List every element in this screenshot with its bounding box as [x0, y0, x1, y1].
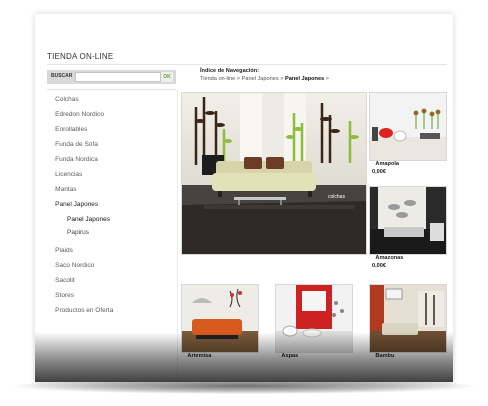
product-name-aspas[interactable]: · Aspas	[278, 353, 298, 359]
sidebar-item-edredon-nordico[interactable]: ·Edredon Nordico	[53, 111, 104, 118]
artemisa-room-image	[182, 285, 258, 352]
sidebar-item-saco-nordico[interactable]: ·Saco Nordico	[53, 262, 94, 269]
product-image-aspas[interactable]	[275, 284, 353, 353]
product-image-bambu[interactable]	[369, 284, 447, 353]
product-name-amazonas[interactable]: · Amazonas	[372, 255, 403, 261]
store-title: TIENDA ON-LINE	[47, 52, 114, 61]
search-ok-button[interactable]: OK	[161, 72, 173, 82]
breadcrumb-title: Índice de Navegación:	[200, 68, 260, 74]
sidebar-item-productos-en-oferta[interactable]: ·Productos en Oferta	[53, 307, 113, 314]
sidebar-item-sacolit[interactable]: ·Sacolit	[53, 277, 75, 284]
sidebar-item-funda-de-sofa[interactable]: ·Funda de Sofa	[53, 141, 98, 148]
hero-brand-text: colchas	[328, 194, 345, 200]
product-price-amapola: 0,00€	[372, 169, 386, 175]
sidebar-item-licencias[interactable]: ·Licencias	[53, 171, 82, 178]
header-divider	[47, 64, 447, 65]
product-image-amazonas[interactable]	[369, 186, 447, 255]
breadcrumb-current: Panel Japones	[285, 76, 325, 82]
breadcrumb-link-category[interactable]: Panel Japones	[242, 76, 279, 82]
sidebar-item-mantas[interactable]: ·Mantas	[53, 186, 77, 193]
sidebar-item-enrollables[interactable]: ·Enrollables	[53, 126, 87, 133]
breadcrumb-link-home[interactable]: Tienda on-line	[200, 76, 235, 82]
sidebar-item-funda-nordica[interactable]: ·Funda Nordica	[53, 156, 98, 163]
amapola-room-image	[370, 93, 446, 160]
amazonas-room-image	[370, 187, 446, 254]
product-image-amapola[interactable]	[369, 92, 447, 161]
bambu-room-image	[370, 285, 446, 352]
product-name-artemisa[interactable]: · Artemisa	[184, 353, 211, 359]
product-price-amazonas: 0,00€	[372, 263, 386, 269]
column-divider	[177, 90, 178, 382]
product-image-artemisa[interactable]	[181, 284, 259, 353]
sidebar-subitem-panel-japones[interactable]: Panel Japones	[67, 216, 110, 223]
sidebar-subitem-papirus[interactable]: Papirus	[67, 229, 89, 236]
sidebar-divider	[47, 89, 176, 90]
living-room-bamboo-image	[182, 93, 366, 254]
sidebar-item-plaids[interactable]: ·Plaids	[53, 247, 73, 254]
breadcrumb: Tienda on-line > Panel Japones > Panel J…	[200, 76, 330, 82]
browser-page: TIENDA ON-LINE BUSCAR OK ·Colchas ·Edred…	[35, 14, 453, 382]
product-name-amapola[interactable]: · Amapola	[372, 161, 399, 167]
product-name-bambu[interactable]: · Bambu	[372, 353, 394, 359]
search-label: BUSCAR	[51, 73, 73, 79]
sidebar-item-colchas[interactable]: ·Colchas	[53, 96, 79, 103]
aspas-room-image	[276, 285, 352, 352]
sidebar-item-stores[interactable]: ·Stores	[53, 292, 74, 299]
featured-product-image[interactable]: colchas	[181, 92, 367, 255]
search-bar: BUSCAR OK	[47, 70, 176, 84]
search-input[interactable]	[75, 72, 161, 82]
sidebar-item-panel-japones[interactable]: ·Panel Japones	[53, 201, 98, 208]
